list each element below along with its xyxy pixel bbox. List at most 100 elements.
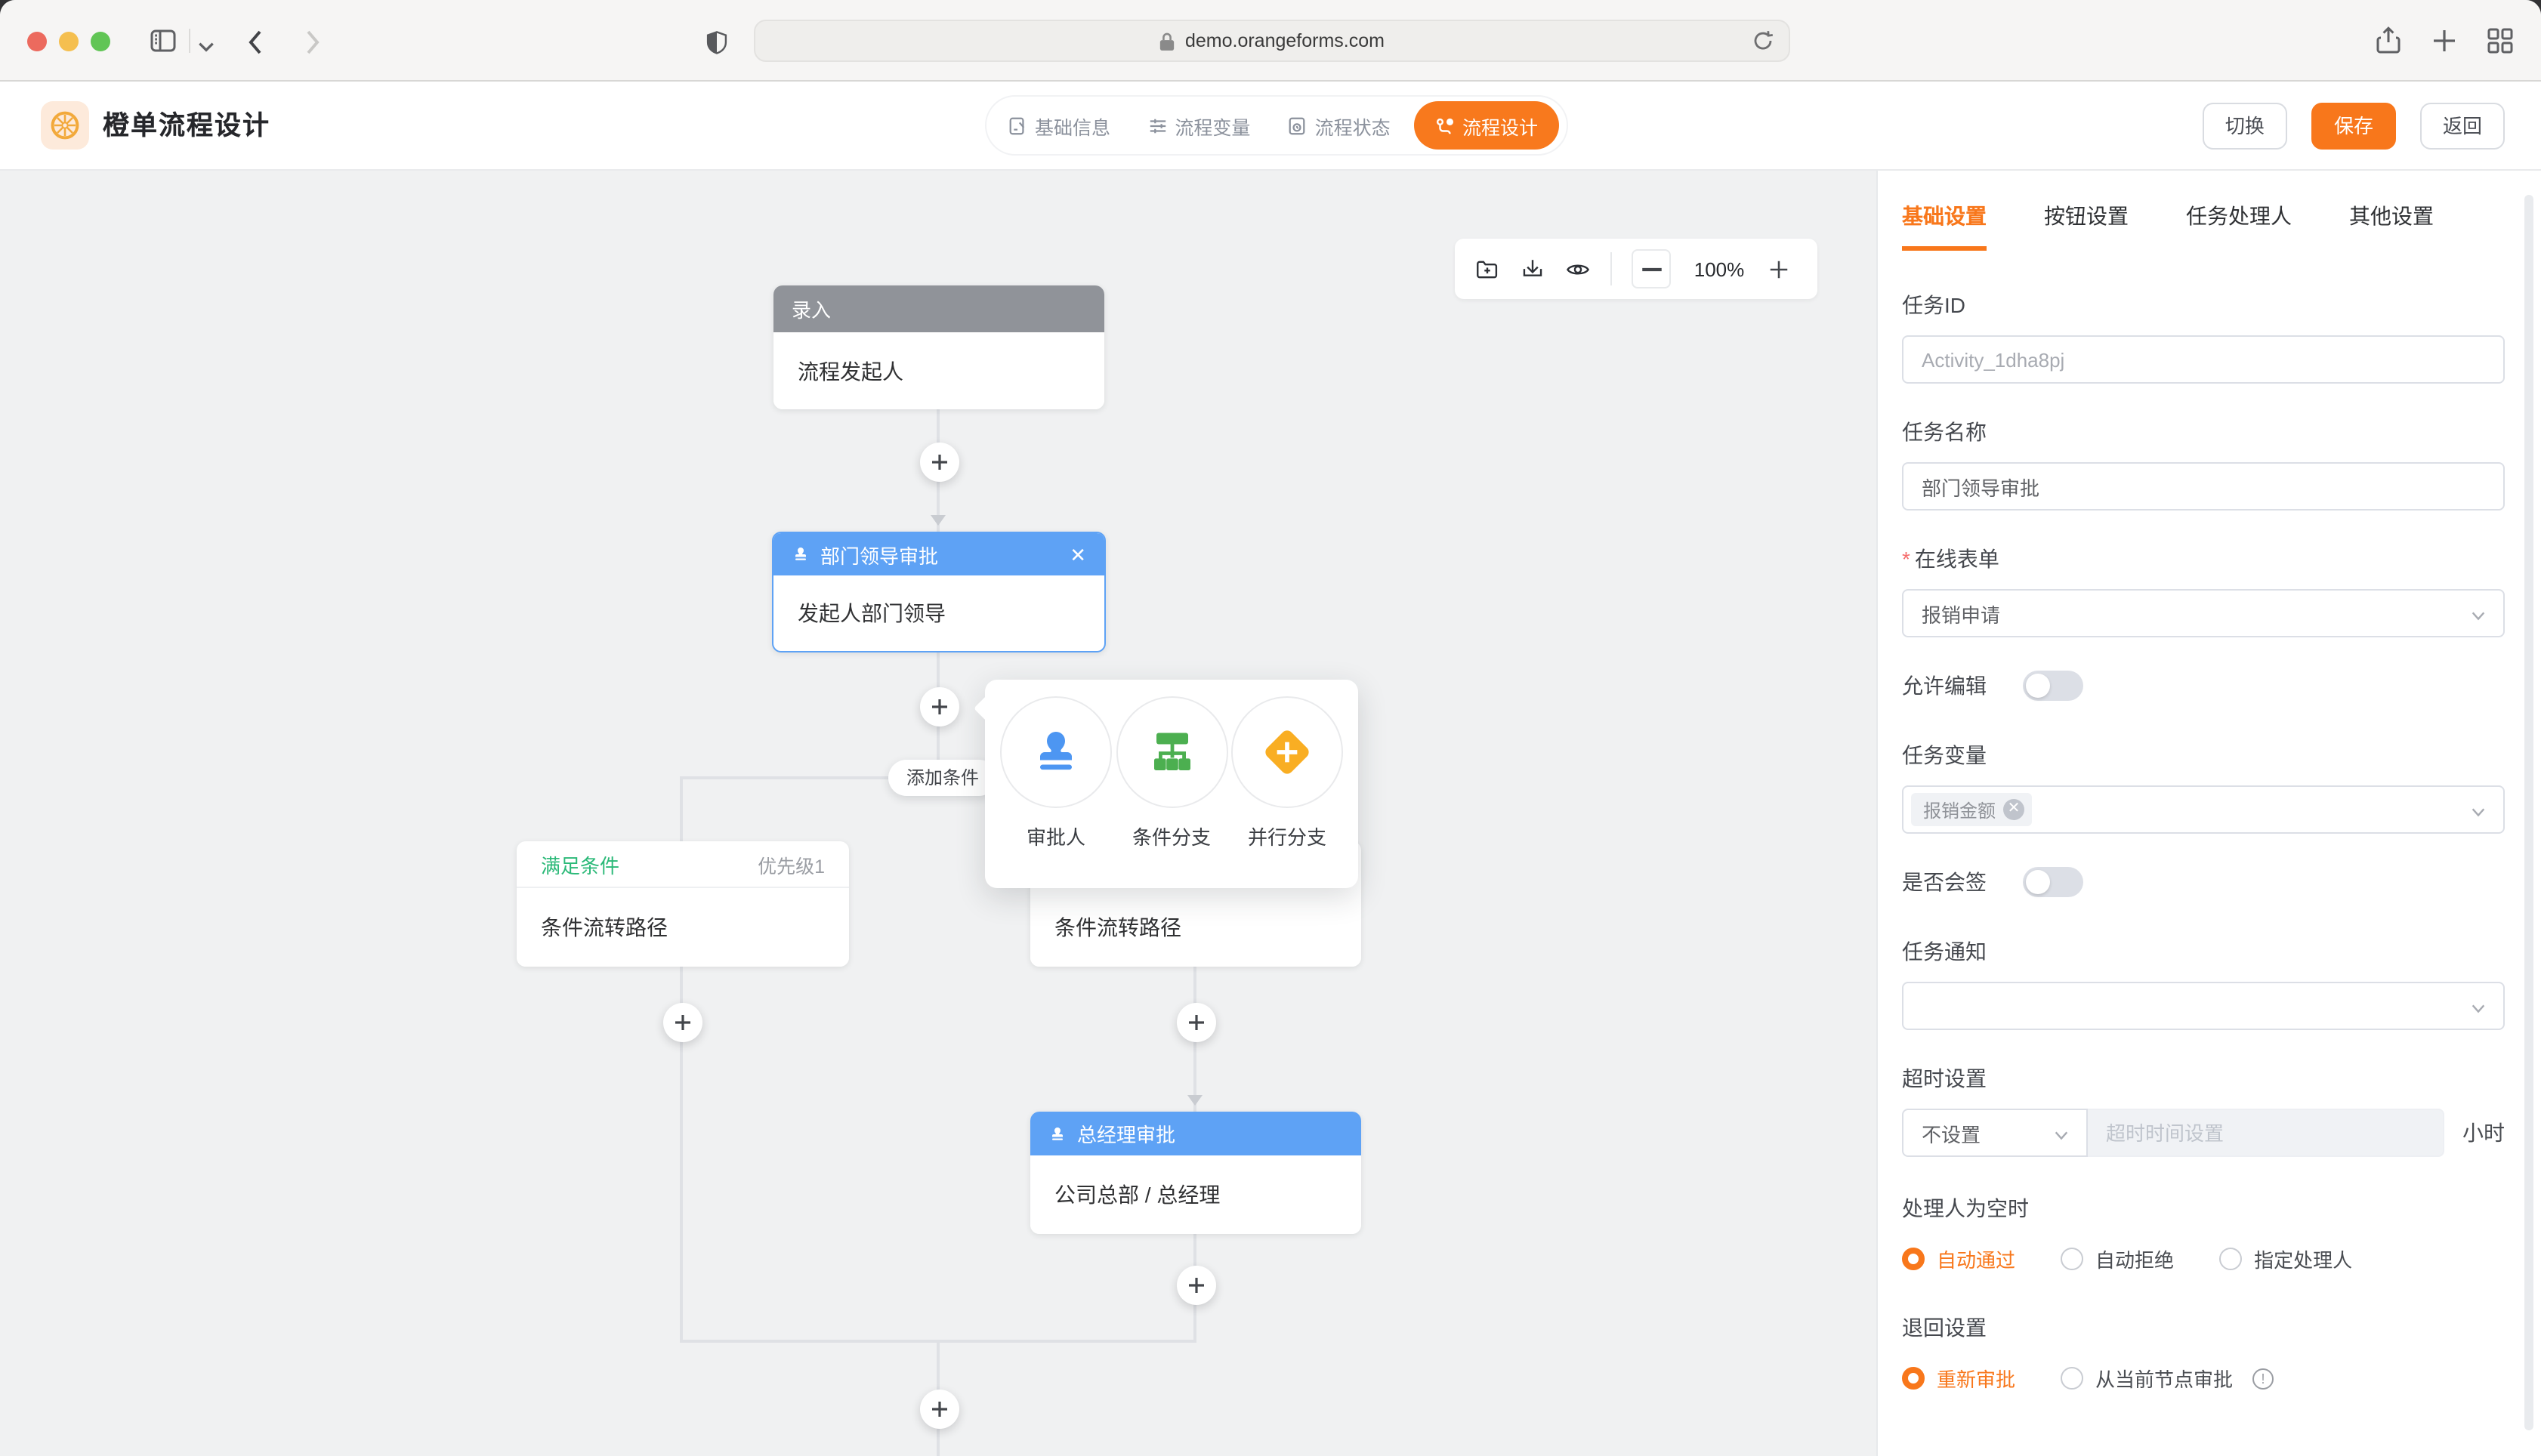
- open-folder-icon[interactable]: [1474, 256, 1500, 282]
- field-timeout: 超时设置 不设置 小时: [1902, 1063, 2505, 1157]
- zoom-level: 100%: [1690, 258, 1748, 280]
- zoom-out-button[interactable]: [1632, 249, 1671, 288]
- node-start[interactable]: 录入 流程发起人: [773, 285, 1104, 409]
- refresh-icon[interactable]: [1751, 29, 1775, 53]
- radio-assign-handler[interactable]: 指定处理人: [2219, 1245, 2352, 1273]
- field-label: 退回设置: [1902, 1313, 2505, 1343]
- add-node-button[interactable]: [663, 1003, 702, 1042]
- plus-icon: [674, 1013, 692, 1032]
- new-tab-icon[interactable]: [2429, 26, 2459, 56]
- zoom-in-button[interactable]: [1768, 258, 1790, 280]
- tab-other-settings[interactable]: 其他设置: [2349, 171, 2434, 251]
- field-countersign: 是否会签: [1902, 867, 2505, 897]
- add-node-button[interactable]: [920, 1390, 959, 1429]
- field-task-notify: 任务通知: [1902, 936, 2505, 1030]
- header-actions: 切换 保存 返回: [2203, 103, 2505, 150]
- node-dept-title: 部门领导审批: [820, 540, 938, 569]
- field-online-form: *在线表单 报销申请: [1902, 544, 2505, 637]
- task-notify-select[interactable]: [1902, 982, 2505, 1030]
- add-node-button[interactable]: [920, 687, 959, 726]
- switch-button[interactable]: 切换: [2203, 103, 2287, 150]
- field-task-id: 任务ID: [1902, 290, 2505, 384]
- variable-tag: 报销金额 ✕: [1911, 793, 2032, 826]
- sliders-icon: [1147, 116, 1167, 135]
- app-header: 橙单流程设计 基础信息 流程变量 流程状态 流程设计 切换 保存 返回: [0, 82, 2541, 171]
- field-return-setting: 退回设置 重新审批 从当前节点审批 !: [1902, 1313, 2505, 1393]
- plus-icon: [931, 1400, 949, 1418]
- canvas-toolbar: 100%: [1455, 239, 1817, 299]
- nav-item-process-variables[interactable]: 流程变量: [1134, 101, 1264, 150]
- tab-task-handler[interactable]: 任务处理人: [2186, 171, 2292, 251]
- settings-panel: 基础设置 按钮设置 任务处理人 其他设置 任务ID 任务名称 *在线表单 报销: [1876, 171, 2541, 1456]
- add-node-button[interactable]: [920, 443, 959, 482]
- tab-button-settings[interactable]: 按钮设置: [2044, 171, 2129, 251]
- back-button[interactable]: 返回: [2420, 103, 2505, 150]
- close-icon[interactable]: ✕: [1070, 544, 1086, 564]
- task-name-input[interactable]: [1902, 462, 2505, 511]
- node-start-body: 流程发起人: [773, 332, 1104, 409]
- sidebar-toggle-icon[interactable]: [148, 26, 178, 56]
- radio-label: 从当前节点审批: [2095, 1364, 2233, 1393]
- radio-icon: [2061, 1248, 2083, 1270]
- add-condition-pill[interactable]: 添加条件: [888, 760, 997, 796]
- radio-auto-reject[interactable]: 自动拒绝: [2061, 1245, 2174, 1273]
- online-form-select[interactable]: 报销申请: [1902, 589, 2505, 637]
- remove-tag-icon[interactable]: ✕: [2003, 799, 2024, 820]
- lock-icon: [1159, 31, 1176, 51]
- select-value: 不设置: [1922, 1118, 1981, 1147]
- forward-icon[interactable]: [296, 27, 326, 57]
- countersign-toggle[interactable]: [2023, 867, 2083, 897]
- plus-icon: [931, 453, 949, 471]
- node-gm-approval[interactable]: 总经理审批 公司总部 / 总经理: [1030, 1112, 1361, 1234]
- flow-canvas[interactable]: 录入 流程发起人 部门领导审批 ✕ 发起人部门领导 添加条件: [0, 171, 1876, 1456]
- variable-tag-label: 报销金额: [1923, 797, 1996, 822]
- condition-label: 满足条件: [541, 850, 619, 878]
- popup-item-parallel-branch[interactable]: 并行分支: [1230, 696, 1345, 888]
- nav-item-process-status[interactable]: 流程状态: [1274, 101, 1404, 150]
- save-button[interactable]: 保存: [2311, 103, 2396, 150]
- panel-scrollbar[interactable]: [2524, 195, 2533, 1430]
- doc-edit-icon: [1008, 116, 1027, 135]
- add-node-button[interactable]: [1177, 1003, 1216, 1042]
- node-gm-title: 总经理审批: [1077, 1119, 1175, 1148]
- popup-item-condition-branch[interactable]: 条件分支: [1114, 696, 1229, 888]
- timeout-mode-select[interactable]: 不设置: [1902, 1109, 2088, 1157]
- tab-overview-icon[interactable]: [2485, 26, 2515, 56]
- node-dept-approval[interactable]: 部门领导审批 ✕ 发起人部门领导: [772, 532, 1106, 652]
- nav-item-label: 流程变量: [1175, 111, 1250, 140]
- address-bar[interactable]: demo.orangeforms.com: [754, 20, 1790, 62]
- allow-edit-toggle[interactable]: [2023, 671, 2083, 701]
- task-id-input[interactable]: [1902, 335, 2505, 384]
- add-node-button[interactable]: [1177, 1266, 1216, 1305]
- timeout-value-input[interactable]: [2088, 1109, 2444, 1157]
- back-icon[interactable]: [242, 27, 272, 57]
- field-label: 是否会签: [1902, 867, 1987, 897]
- chevron-down-icon: [2470, 1000, 2487, 1016]
- tab-basic-settings[interactable]: 基础设置: [1902, 171, 1987, 251]
- close-window-button[interactable]: [27, 32, 47, 51]
- field-label: 任务名称: [1902, 417, 2505, 447]
- zoom-window-button[interactable]: [91, 32, 110, 51]
- download-icon[interactable]: [1520, 256, 1545, 282]
- share-icon[interactable]: [2373, 26, 2404, 56]
- minus-icon: [1638, 256, 1664, 282]
- radio-re-approve[interactable]: 重新审批: [1902, 1364, 2015, 1393]
- shield-icon[interactable]: [704, 27, 730, 57]
- nav-item-process-design[interactable]: 流程设计: [1414, 101, 1559, 150]
- task-variables-select[interactable]: 报销金额 ✕: [1902, 785, 2505, 834]
- radio-from-current-node[interactable]: 从当前节点审批 !: [2061, 1364, 2274, 1393]
- popup-item-approver[interactable]: 审批人: [999, 696, 1113, 888]
- radio-auto-approve[interactable]: 自动通过: [1902, 1245, 2015, 1273]
- node-condition-left[interactable]: 满足条件 优先级1 条件流转路径: [517, 841, 849, 967]
- eye-icon[interactable]: [1565, 256, 1591, 282]
- stamp-icon: [1029, 725, 1083, 779]
- nav-item-basic-info[interactable]: 基础信息: [994, 101, 1124, 150]
- app-logo: [41, 101, 89, 150]
- minimize-window-button[interactable]: [59, 32, 79, 51]
- chevron-down-icon[interactable]: [196, 32, 216, 62]
- info-icon[interactable]: !: [2252, 1368, 2274, 1389]
- browser-window: demo.orangeforms.com 橙单流程: [0, 0, 2541, 1456]
- branch-left-drop: [680, 776, 683, 843]
- radio-label: 自动拒绝: [2095, 1245, 2174, 1273]
- connector-arrow: [931, 515, 946, 526]
